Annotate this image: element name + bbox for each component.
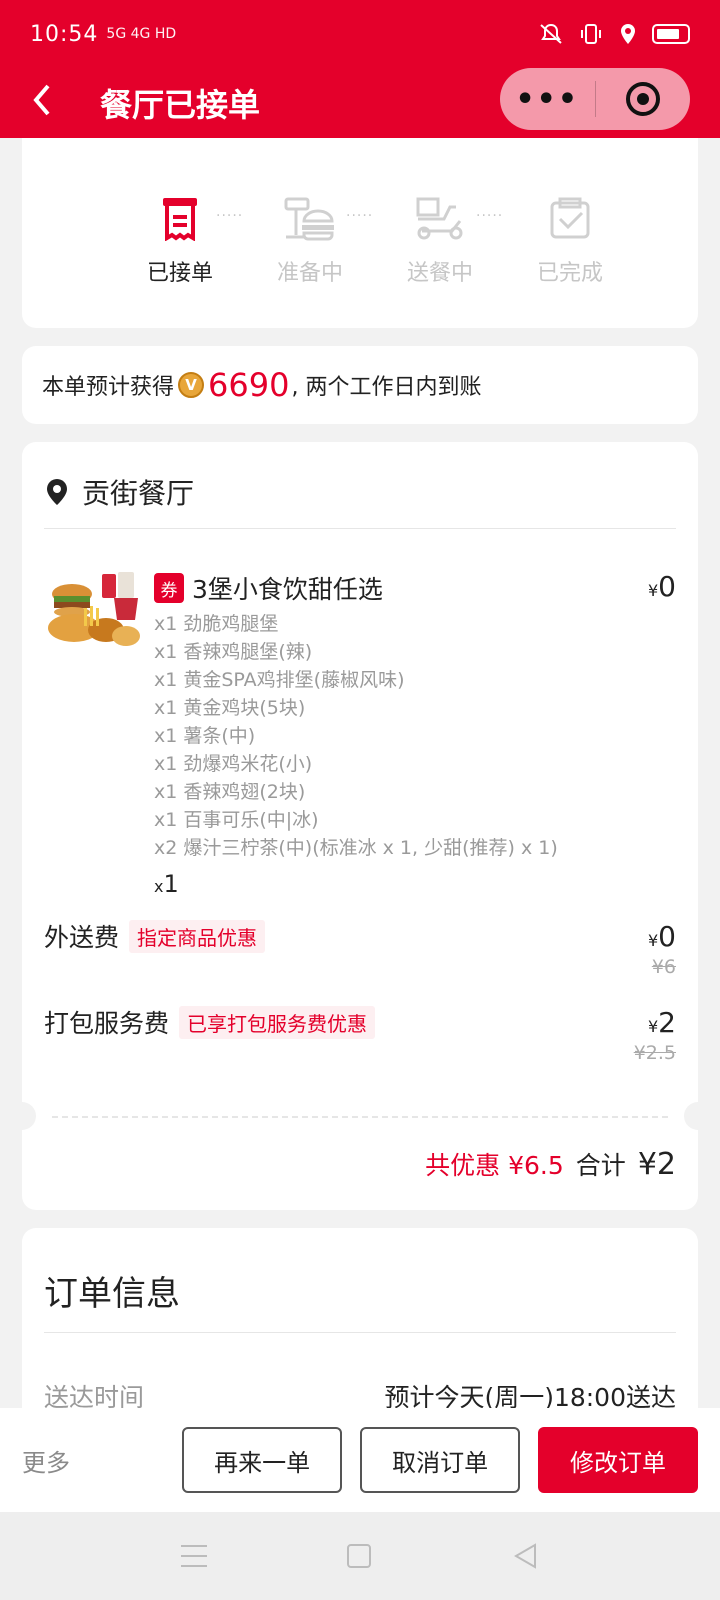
points-prefix: 本单预计获得 [42, 375, 175, 400]
list-item: x1 黄金鸡块(5块) [154, 697, 306, 719]
qty-value: 1 [163, 870, 179, 898]
done-check-icon [510, 193, 630, 243]
mini-program-capsule: ••• [500, 68, 690, 130]
system-nav-bar [0, 1512, 720, 1600]
step-label: 准备中 [276, 261, 343, 286]
step-dots: ····· [346, 208, 374, 224]
close-mini-program-button[interactable] [596, 82, 691, 116]
product-price: ¥0 [648, 570, 676, 603]
step-label: 已完成 [536, 261, 603, 286]
packing-fee-price: ¥2 [648, 1006, 676, 1039]
mute-icon [540, 23, 562, 44]
list-item: x1 黄金SPA鸡排堡(藤椒风味) [154, 669, 405, 691]
product-image [44, 570, 142, 650]
total-label: 合计 [575, 1151, 626, 1180]
restaurant-header: 贡街餐厅 [44, 472, 194, 512]
currency-symbol: ¥ [647, 930, 659, 950]
signal-icon: 5G 4G HD [106, 26, 177, 42]
price-value: 2 [658, 1005, 676, 1039]
product-quantity: x1 [154, 870, 179, 898]
delivery-fee-label: 外送费 [44, 923, 120, 952]
step-dots: ····· [216, 208, 244, 224]
page-title: 餐厅已接单 [100, 86, 261, 124]
section-title: 订单信息 [44, 1274, 180, 1314]
home-square-icon[interactable] [347, 1544, 371, 1568]
list-item: x1 香辣鸡翅(2块) [154, 781, 306, 803]
divider [44, 1332, 676, 1333]
vibrate-icon [581, 24, 601, 44]
packing-fee-original: ¥2.5 [633, 1042, 676, 1064]
status-bar: 10:54 5G 4G HD [0, 0, 720, 68]
currency-symbol: ¥ [647, 1016, 659, 1036]
step-dots: ····· [476, 208, 504, 224]
status-icons [538, 22, 690, 46]
list-item: x1 薯条(中) [154, 725, 256, 747]
chevron-left-icon [33, 84, 50, 115]
nav-bar: 餐厅已接单 ••• [0, 68, 720, 138]
target-icon [625, 82, 660, 116]
v-coin-icon: V [178, 372, 205, 398]
status-time: 10:54 [30, 21, 99, 47]
bottom-action-bar: 更多 再来一单 取消订单 修改订单 [0, 1408, 720, 1512]
battery-icon [652, 24, 690, 44]
menu-icon[interactable] [181, 1545, 207, 1567]
step-completed: 已完成 [510, 193, 630, 287]
more-link[interactable]: 更多 [22, 1443, 164, 1478]
product-name: 3堡小食饮甜任选 [192, 575, 383, 604]
order-info-card: 订单信息 送达时间 预计今天(周一)18:00送达 [22, 1228, 698, 1428]
price-value: 0 [658, 570, 676, 603]
back-triangle-icon[interactable] [511, 1542, 539, 1570]
product-name-row: 券 3堡小食饮甜任选 [154, 570, 383, 606]
restaurant-name: 贡街餐厅 [82, 477, 195, 510]
delivery-fee-row: 外送费 指定商品优惠 ¥0 [44, 918, 676, 954]
modify-order-button[interactable]: 修改订单 [538, 1427, 698, 1493]
list-item: x2 爆汁三柠茶(中)(标准冰 x 1, 少甜(推荐) x 1) [154, 837, 558, 859]
order-total: 共优惠 ¥6.5 合计 ¥2 [425, 1146, 676, 1182]
location-pin-icon [47, 479, 67, 505]
discount-total: 共优惠 ¥6.5 [425, 1151, 564, 1180]
points-card: 本单预计获得 V 6690 , 两个工作日内到账 [22, 346, 698, 424]
delivery-fee-original: ¥6 [651, 956, 676, 978]
order-progress-card: 已接单 ····· 准备中 ····· 送餐中 ····· 已完成 [22, 138, 698, 328]
location-icon [621, 24, 635, 44]
list-item: x1 香辣鸡腿堡(辣) [154, 641, 313, 663]
order-detail-card: 贡街餐厅 券 3堡小食饮甜任选 ¥0 x1 劲脆鸡腿堡 x1 香辣鸡腿堡(辣) [8, 442, 712, 1210]
more-dots-icon[interactable]: ••• [500, 82, 595, 117]
total-value: ¥2 [637, 1147, 676, 1182]
list-item: x1 百事可乐(中|冰) [154, 809, 319, 831]
dashed-divider [52, 1116, 668, 1118]
cancel-order-button[interactable]: 取消订单 [360, 1427, 521, 1493]
currency-symbol: ¥ [647, 581, 659, 600]
points-amount: 6690 [208, 366, 290, 404]
packing-fee-tag: 已享打包服务费优惠 [179, 1005, 376, 1039]
divider [44, 528, 676, 529]
packing-fee-label: 打包服务费 [44, 1009, 170, 1038]
back-button[interactable] [30, 82, 90, 125]
ticket-notch [684, 1102, 712, 1130]
step-label: 已接单 [146, 261, 213, 286]
packing-fee-row: 打包服务费 已享打包服务费优惠 ¥2 [44, 1004, 676, 1040]
coupon-badge: 券 [154, 573, 184, 603]
ticket-notch [8, 1102, 36, 1130]
points-suffix: , 两个工作日内到账 [291, 375, 482, 400]
delivery-fee-tag: 指定商品优惠 [129, 919, 266, 953]
product-contents: x1 劲脆鸡腿堡 x1 香辣鸡腿堡(辣) x1 黄金SPA鸡排堡(藤椒风味) x… [154, 610, 558, 862]
list-item: x1 劲爆鸡米花(小) [154, 753, 313, 775]
step-label: 送餐中 [406, 261, 473, 286]
delivery-fee-price: ¥0 [648, 920, 676, 953]
reorder-button[interactable]: 再来一单 [182, 1427, 343, 1493]
list-item: x1 劲脆鸡腿堡 [154, 613, 279, 635]
price-value: 0 [658, 919, 676, 953]
